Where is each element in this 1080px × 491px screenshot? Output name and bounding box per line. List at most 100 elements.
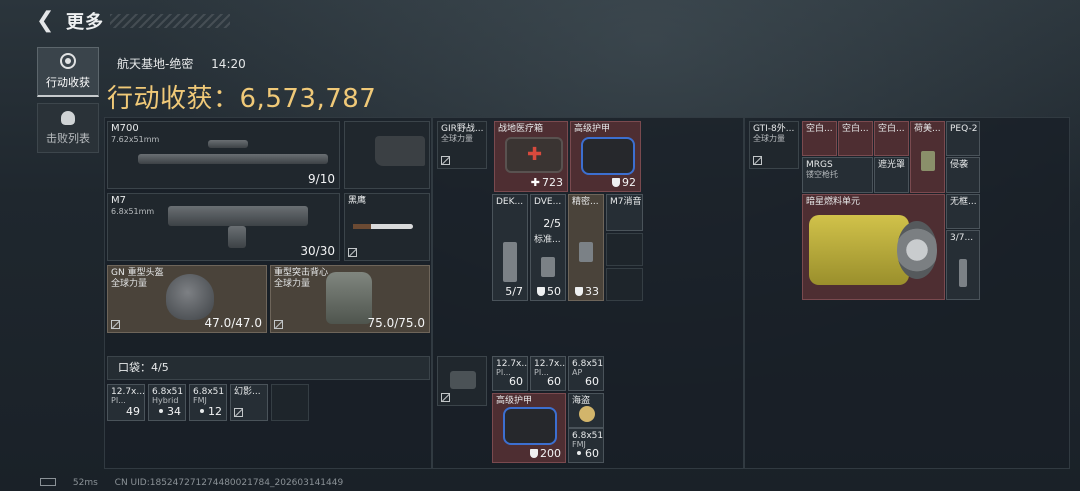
item-name: 空白... <box>842 124 869 134</box>
safe-item[interactable]: PEQ-2 <box>946 121 980 156</box>
unlocked-icon <box>753 156 762 165</box>
item-name: MRGS <box>806 160 833 170</box>
backpack-armor-kit[interactable]: 高级护甲 200 <box>492 393 566 463</box>
item-slot[interactable]: 精密... 33 <box>568 194 604 301</box>
rifle-mag-image <box>228 226 246 248</box>
empty-slot[interactable] <box>606 233 643 266</box>
backpack-slot[interactable] <box>437 356 487 406</box>
shield-icon <box>612 178 620 187</box>
safe-item[interactable]: MRGS 镂空枪托 <box>802 157 873 193</box>
primary-weapon-1-slot[interactable]: M700 7.62x51mm 9/10 <box>107 121 340 189</box>
figurine-image <box>920 151 935 171</box>
medkit-slot[interactable]: 战地医疗箱 ✚723 <box>494 121 568 192</box>
rarity-dot <box>200 409 204 413</box>
map-name: 航天基地-绝密 <box>117 57 194 71</box>
tab-action-harvest[interactable]: 行动收获 <box>37 47 99 97</box>
safe-item[interactable]: 空白... <box>802 121 837 156</box>
item-count: 60 <box>509 375 523 388</box>
shield-icon <box>537 287 545 296</box>
pouch-label: 口袋：4/5 <box>118 361 169 374</box>
pouch-item[interactable]: 6.8x51 FMJ 12 <box>189 384 227 421</box>
sniper-rifle-image <box>138 154 328 164</box>
haul-value: 6,573,787 <box>239 84 377 114</box>
backpack-item[interactable]: 6.8x51 FMJ 60 <box>568 428 604 463</box>
melee-slot[interactable]: 黑鹰 <box>344 193 430 261</box>
item-count: 33 <box>585 285 599 298</box>
tab-kill-list[interactable]: 击败列表 <box>37 103 99 153</box>
item-sub: AP <box>572 368 583 377</box>
scope-image <box>208 140 248 148</box>
safe-item[interactable]: 3/7... <box>946 230 980 300</box>
item-name: 侵袭 <box>950 160 969 170</box>
title-stripe <box>110 14 230 28</box>
armor-kit-slot[interactable]: 高级护甲 92 <box>570 121 641 192</box>
item-name: 高级护甲 <box>574 124 611 134</box>
item-name: 空白... <box>878 124 905 134</box>
item-name: M700 <box>111 123 139 134</box>
item-name: 遮光罩 <box>878 160 906 170</box>
harvest-icon <box>60 53 76 69</box>
item-sub: 全球力量 <box>753 134 785 143</box>
item-slot[interactable]: M7消音 <box>606 194 643 231</box>
item-name: M7消音 <box>610 197 642 207</box>
sidearm-slot[interactable] <box>344 121 430 189</box>
helmet-slot[interactable]: GN 重型头盔 全球力量 47.0/47.0 <box>107 265 267 333</box>
unlocked-icon <box>274 320 283 329</box>
vest-slot[interactable]: 重型突击背心 全球力量 75.0/75.0 <box>270 265 430 333</box>
safe-item[interactable]: 荷美... <box>910 121 945 193</box>
safe-box-slot[interactable]: GTI-8外... 全球力量 <box>749 121 799 169</box>
item-count: 50 <box>547 285 561 298</box>
item-sub: 镂空枪托 <box>806 170 838 179</box>
item-count: 92 <box>622 176 636 189</box>
item-count: 30/30 <box>300 244 335 258</box>
item-slot[interactable]: DEK... 5/7 <box>492 194 528 301</box>
safe-item[interactable]: 侵袭 <box>946 157 980 193</box>
safe-box-panel: GTI-8外... 全球力量 空白... 空白... 空白... 荷美... P… <box>744 117 1070 469</box>
item-name: 黑鹰 <box>348 196 367 206</box>
item-sub: FMJ <box>193 396 207 405</box>
tab-label: 击败列表 <box>46 131 90 145</box>
item-count: 49 <box>126 405 140 418</box>
vest-image <box>326 272 372 324</box>
chest-rig-slot[interactable]: GIR野战... 全球力量 <box>437 121 487 169</box>
backpack-item[interactable]: 12.7x... PI... 60 <box>492 356 528 391</box>
item-name: 空白... <box>806 124 833 134</box>
item-slot[interactable]: DVE... 2/5 标准... 50 <box>530 194 566 301</box>
safe-item[interactable]: 遮光罩 <box>874 157 909 193</box>
medkit-image <box>505 137 563 173</box>
fuel-cell-slot[interactable]: 暗星燃料单元 <box>802 194 945 300</box>
pouch-item[interactable]: 12.7x... PI... 49 <box>107 384 145 421</box>
safe-item[interactable]: 空白... <box>838 121 873 156</box>
rarity-dot <box>159 409 163 413</box>
pouch-item[interactable]: 幻影... <box>230 384 268 421</box>
pouch-item[interactable]: 6.8x51 Hybrid 34 <box>148 384 186 421</box>
item-name: 幻影... <box>234 387 261 397</box>
match-time: 14:20 <box>211 57 246 71</box>
haul-label: 行动收获： <box>107 84 240 114</box>
item-sub: 全球力量 <box>441 134 473 143</box>
armor-kit-image <box>503 407 557 445</box>
item-sub: 7.62x51mm <box>111 135 160 144</box>
rig-backpack-panel: GIR野战... 全球力量 战地医疗箱 ✚723 高级护甲 92 DEK... … <box>432 117 744 469</box>
fuel-cell-image <box>809 215 937 285</box>
safe-item[interactable]: 无框... <box>946 194 980 229</box>
item-count: 60 <box>585 375 599 388</box>
scope-image <box>959 259 967 287</box>
item-name: 3/7... <box>950 233 974 243</box>
battery-icon <box>40 478 56 486</box>
item-count: 2/5 <box>543 217 561 230</box>
helmet-image <box>166 274 214 320</box>
item-name: PEQ-2 <box>950 124 978 134</box>
empty-slot[interactable] <box>606 268 643 301</box>
unlocked-icon <box>234 408 243 417</box>
primary-weapon-2-slot[interactable]: M7 6.8x51mm 30/30 <box>107 193 340 261</box>
item-name: 精密... <box>572 197 599 207</box>
back-arrow-icon[interactable]: ❮ <box>36 10 58 32</box>
backpack-item[interactable]: 海盗 <box>568 393 604 428</box>
backpack-item[interactable]: 6.8x51 AP 60 <box>568 356 604 391</box>
backpack-item[interactable]: 12.7x... PI... 60 <box>530 356 566 391</box>
pouch-empty-slot[interactable] <box>271 384 309 421</box>
safe-item[interactable]: 空白... <box>874 121 909 156</box>
item-name: GTI-8外... <box>753 124 795 134</box>
item-count: 200 <box>540 447 561 460</box>
